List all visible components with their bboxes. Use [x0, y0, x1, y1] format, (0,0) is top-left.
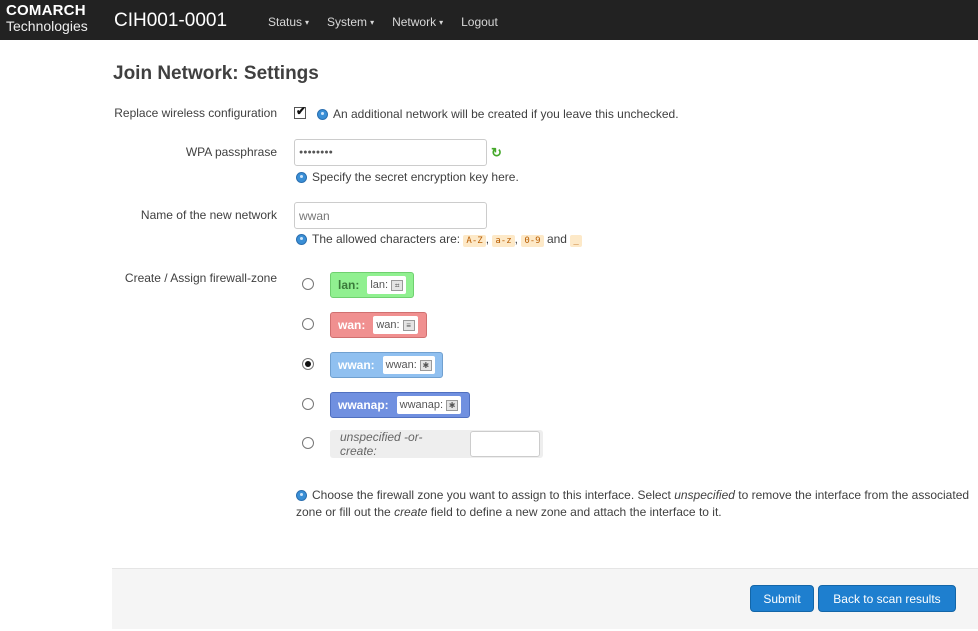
network-name-help-text: The allowed characters are:: [312, 232, 461, 246]
help-icon: [296, 234, 307, 245]
help-icon: [296, 490, 307, 501]
menu-system-label: System: [327, 15, 368, 29]
navbar: COMARCH Technologies CIH001-0001 Status ▾…: [0, 0, 978, 40]
wpa-help-text: Specify the secret encryption key here.: [312, 170, 519, 184]
zone-create-label: unspecified -or- create:: [340, 430, 423, 458]
zone-name: wwanap:: [338, 398, 389, 412]
zone-help-part1: Choose the firewall zone you want to ass…: [312, 488, 675, 502]
network-name-input[interactable]: wwan: [294, 202, 487, 229]
firewall-zone-help: Choose the firewall zone you want to ass…: [296, 487, 976, 521]
char-range: 0-9: [521, 235, 544, 247]
menu-status-label: Status: [268, 15, 303, 29]
brand-logo[interactable]: COMARCH Technologies: [6, 3, 88, 33]
menu-logout-label: Logout: [461, 15, 498, 29]
separator: ,: [514, 232, 518, 246]
page-title: Join Network: Settings: [113, 63, 319, 84]
replace-config-label: Replace wireless configuration: [114, 106, 277, 120]
zone-badge: wwanap: ✱: [396, 396, 462, 414]
checkmark-icon: ✔: [296, 104, 307, 118]
zone-wwan[interactable]: wwan: wwan: ✱: [330, 352, 443, 378]
brand-line1: COMARCH: [6, 2, 86, 19]
zone-badge: wan: ≡: [373, 316, 418, 334]
menu-system[interactable]: System ▾: [327, 15, 374, 29]
zone-help-em2: create: [394, 505, 428, 519]
zone-radio-wwan[interactable]: [302, 358, 314, 370]
network-name-label: Name of the new network: [140, 208, 277, 222]
network-name-help: The allowed characters are: A-Z, a-z, 0-…: [296, 232, 582, 247]
zone-radio-wan[interactable]: [302, 318, 314, 330]
replace-config-checkbox[interactable]: ✔: [294, 104, 307, 119]
menu-network-label: Network: [392, 15, 437, 29]
and-text: and: [546, 232, 567, 246]
menu-network[interactable]: Network ▾: [392, 15, 443, 29]
wpa-help: Specify the secret encryption key here.: [296, 170, 519, 184]
zone-name: wwan:: [338, 358, 375, 372]
replace-config-help: An additional network will be created if…: [317, 107, 679, 121]
menu-status[interactable]: Status ▾: [268, 15, 309, 29]
zone-create: unspecified -or- create:: [330, 430, 543, 458]
zone-badge-text: wwanap:: [399, 399, 444, 411]
zone-wwanap[interactable]: wwanap: wwanap: ✱: [330, 392, 470, 418]
submit-button[interactable]: Submit: [750, 585, 814, 612]
help-icon: [296, 172, 307, 183]
help-icon: [317, 109, 328, 120]
wpa-passphrase-input[interactable]: ●●●●●●●●: [294, 139, 487, 166]
zone-badge-text: wwan:: [385, 359, 417, 371]
zone-badge-text: lan:: [370, 279, 389, 291]
caret-down-icon: ▾: [305, 18, 310, 27]
zone-badge: wwan: ✱: [382, 356, 435, 374]
separator: ,: [485, 232, 490, 246]
refresh-icon[interactable]: ↻: [491, 145, 502, 161]
brand-line2: Technologies: [6, 18, 88, 34]
hostname[interactable]: CIH001-0001: [114, 10, 227, 32]
back-to-scan-button[interactable]: Back to scan results: [818, 585, 956, 612]
menu-logout[interactable]: Logout: [461, 15, 498, 29]
firewall-zone-label: Create / Assign firewall-zone: [124, 271, 277, 285]
zone-help-part3: field to define a new zone and attach th…: [427, 505, 722, 519]
zone-help-em1: unspecified: [674, 488, 735, 502]
char-range: A-Z: [463, 235, 486, 247]
caret-down-icon: ▾: [439, 18, 444, 27]
zone-radio-wwanap[interactable]: [302, 398, 314, 410]
zone-badge-text: wan:: [376, 319, 400, 331]
ethernet-icon: ≡: [402, 319, 415, 331]
network-icon: ⌗: [391, 279, 404, 291]
zone-radio-create[interactable]: [302, 437, 314, 449]
zone-wan[interactable]: wan: wan: ≡: [330, 312, 427, 338]
char-range: _: [570, 235, 582, 247]
zone-name: wan:: [338, 318, 366, 332]
caret-down-icon: ▾: [370, 18, 375, 27]
char-range: a-z: [492, 235, 515, 247]
zone-create-input[interactable]: [470, 431, 540, 457]
wireless-icon: ✱: [419, 359, 432, 371]
zone-radio-lan[interactable]: [302, 278, 314, 290]
main-menu: Status ▾ System ▾ Network ▾ Logout: [268, 15, 516, 29]
zone-lan[interactable]: lan: lan: ⌗: [330, 272, 414, 298]
zone-name: lan:: [338, 278, 360, 292]
wpa-passphrase-label: WPA passphrase: [185, 145, 277, 159]
zone-badge: lan: ⌗: [367, 276, 407, 294]
wireless-icon: ✱: [446, 399, 459, 411]
replace-config-help-text: An additional network will be created if…: [333, 107, 679, 121]
